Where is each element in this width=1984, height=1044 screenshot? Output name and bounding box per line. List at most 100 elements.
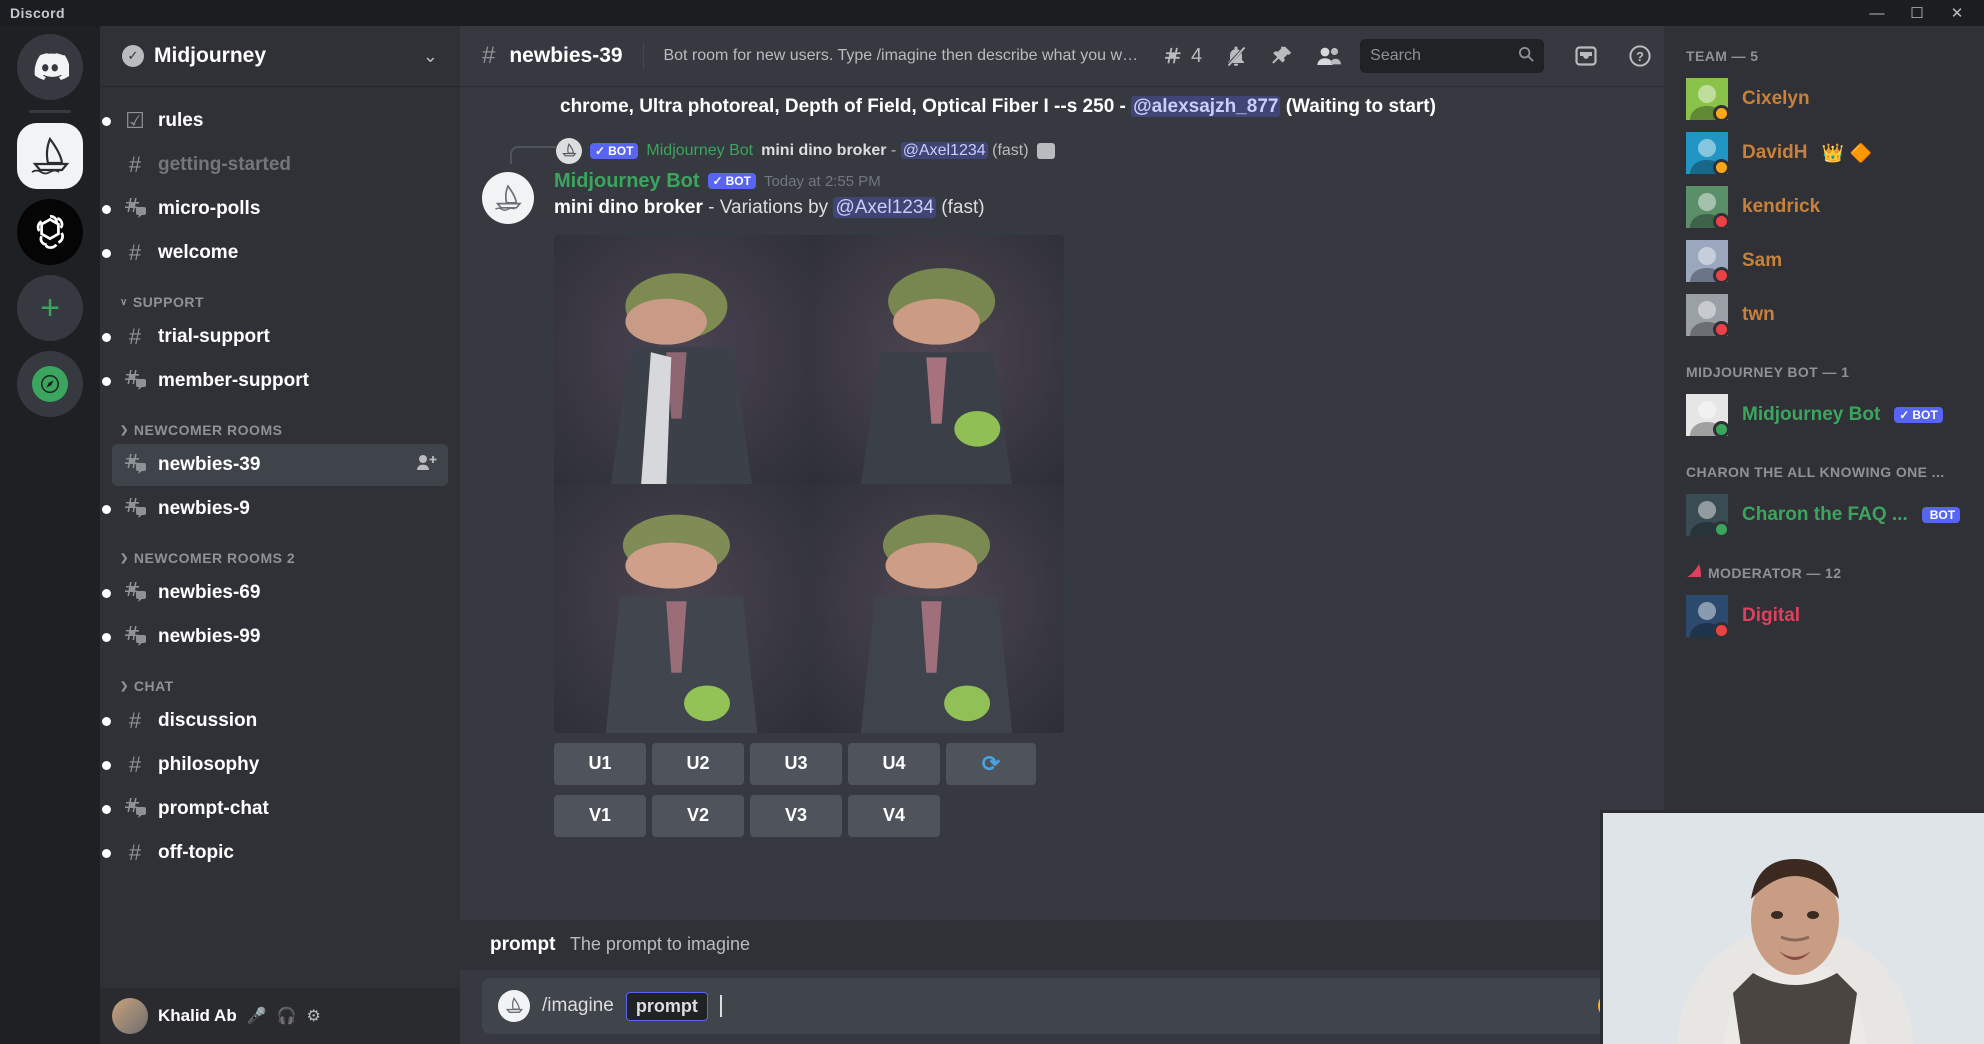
current-username: Khalid Ab — [158, 1006, 237, 1025]
variation-button-v3[interactable]: V3 — [750, 794, 842, 837]
member-row[interactable]: Sam — [1664, 234, 1984, 288]
channel-category-newcomer-rooms-2[interactable]: ❯ NEWCOMER ROOMS 2 — [100, 532, 460, 572]
member-row[interactable]: DavidH 👑 🔶 — [1664, 126, 1984, 180]
avatar[interactable] — [112, 998, 148, 1034]
sidebar-channel-micro-polls[interactable]: micro-polls — [102, 188, 448, 230]
unread-indicator — [102, 116, 111, 126]
message-speed: (fast) — [941, 196, 985, 218]
forum-channel-icon — [122, 796, 148, 822]
message-composer[interactable]: /imagine prompt 😀 — [482, 978, 1642, 1034]
sidebar-channel-newbies-9[interactable]: newbies-9 — [102, 488, 448, 530]
generated-image-2[interactable] — [809, 234, 1064, 484]
sidebar-channel-newbies-99[interactable]: newbies-99 — [102, 616, 448, 658]
variation-button-v4[interactable]: V4 — [848, 794, 940, 837]
upscale-button-u3[interactable]: U3 — [750, 742, 842, 785]
channel-label: philosophy — [158, 754, 260, 775]
sidebar-channel-trial-support[interactable]: # trial-support — [102, 316, 448, 358]
generated-image-4[interactable] — [809, 483, 1064, 733]
member-group-label: CHARON THE ALL KNOWING ONE ... — [1686, 464, 1945, 480]
guild-explore[interactable] — [17, 351, 83, 417]
prompt-token[interactable]: prompt — [625, 991, 708, 1021]
gear-icon[interactable]: ⚙ — [307, 1006, 321, 1026]
unread-indicator — [102, 760, 111, 770]
headset-icon[interactable]: 🎧 — [277, 1006, 297, 1026]
guild-discord-home[interactable] — [17, 34, 83, 100]
server-header[interactable]: ✓ Midjourney ⌄ — [100, 26, 460, 86]
hint-key: prompt — [490, 934, 556, 955]
sidebar-channel-welcome[interactable]: # welcome — [102, 232, 448, 274]
pin-icon[interactable] — [1270, 44, 1294, 68]
sidebar-channel-philosophy[interactable]: # philosophy — [102, 744, 448, 786]
message-list[interactable]: chrome, Ultra photoreal, Depth of Field,… — [460, 86, 1664, 906]
sidebar-channel-discussion[interactable]: # discussion — [102, 700, 448, 742]
member-name: kendrick — [1742, 196, 1821, 217]
avatar[interactable] — [482, 171, 534, 224]
text-caret — [719, 995, 722, 1017]
avatar — [1686, 294, 1730, 338]
help-icon[interactable]: ? — [1628, 44, 1652, 68]
sidebar-channel-getting-started[interactable]: # getting-started — [112, 144, 448, 186]
channel-header: # newbies-39 Bot room for new users. Typ… — [460, 26, 1664, 86]
inbox-icon[interactable] — [1574, 44, 1598, 68]
member-row[interactable]: Midjourney Bot ✓ BOT — [1664, 388, 1984, 442]
generated-image-1[interactable] — [554, 234, 809, 484]
reply-mention[interactable]: @Axel1234 — [900, 141, 988, 159]
variation-button-v1[interactable]: V1 — [554, 794, 646, 837]
channel-category-newcomer-rooms[interactable]: ❯ NEWCOMER ROOMS — [100, 404, 460, 444]
webcam-frame — [1603, 813, 1984, 1044]
bell-slash-icon[interactable] — [1224, 44, 1248, 68]
chat-area: # newbies-39 Bot room for new users. Typ… — [460, 26, 1664, 1044]
sidebar-channel-rules[interactable]: ☑ rules — [102, 100, 448, 142]
microphone-icon[interactable]: 🎤 — [247, 1006, 267, 1026]
message-author[interactable]: Midjourney Bot — [554, 170, 700, 193]
search-input[interactable]: Search — [1360, 39, 1544, 73]
generated-image-grid[interactable] — [554, 234, 1064, 733]
minimize-icon[interactable]: — — [1868, 6, 1886, 21]
member-row[interactable]: Digital — [1664, 589, 1984, 643]
bot-check-icon: ✓ — [595, 143, 606, 158]
reroll-button[interactable]: ⟳ — [946, 742, 1036, 785]
user-mention[interactable]: @alexsajzh_877 — [1131, 96, 1281, 117]
channel-category-support[interactable]: ∨ SUPPORT — [100, 276, 460, 316]
upscale-button-u1[interactable]: U1 — [554, 742, 646, 785]
guild-openai[interactable] — [17, 199, 83, 265]
discord-window: Discord — ☐ ✕ + ✓ Midjourney ⌄ ☑ rules #… — [0, 0, 1984, 1044]
avatar — [498, 990, 530, 1022]
channel-label: newbies-99 — [158, 626, 261, 647]
sidebar-channel-off-topic[interactable]: # off-topic — [102, 832, 448, 874]
guild-add-server[interactable]: + — [17, 275, 83, 341]
unread-indicator — [102, 716, 111, 726]
channel-category-chat[interactable]: ❯ CHAT — [100, 660, 460, 700]
member-name: Sam — [1742, 250, 1783, 271]
sidebar-channel-newbies-39[interactable]: newbies-39 — [112, 444, 448, 486]
threads-icon[interactable]: 4 — [1165, 46, 1202, 66]
guild-midjourney[interactable] — [17, 123, 83, 189]
chevron-down-icon: ∨ — [120, 296, 128, 308]
maximize-icon[interactable]: ☐ — [1908, 6, 1926, 21]
text-channel-icon: # — [128, 752, 142, 777]
upscale-button-u4[interactable]: U4 — [848, 742, 940, 785]
add-member-icon[interactable] — [416, 454, 438, 477]
forum-channel-icon — [122, 368, 148, 394]
channel-label: discussion — [158, 710, 258, 731]
sidebar-channel-member-support[interactable]: member-support — [102, 360, 448, 402]
sidebar-channel-newbies-69[interactable]: newbies-69 — [102, 572, 448, 614]
member-row[interactable]: twn — [1664, 288, 1984, 342]
members-icon[interactable] — [1316, 45, 1342, 67]
member-row[interactable]: Charon the FAQ ... BOT — [1664, 488, 1984, 542]
divider — [642, 42, 644, 70]
member-row[interactable]: Cixelyn — [1664, 72, 1984, 126]
reply-author[interactable]: Midjourney Bot — [646, 142, 753, 160]
message-text: mini dino broker - Variations by @Axel12… — [554, 193, 1644, 219]
chevron-down-icon[interactable]: ⌄ — [423, 46, 438, 67]
message-mention[interactable]: @Axel1234 — [833, 196, 936, 218]
member-group-header: CHARON THE ALL KNOWING ONE ... — [1664, 442, 1984, 488]
member-row[interactable]: kendrick — [1664, 180, 1984, 234]
upscale-button-u2[interactable]: U2 — [652, 742, 744, 785]
generated-image-3[interactable] — [554, 483, 809, 733]
sidebar-channel-prompt-chat[interactable]: prompt-chat — [102, 788, 448, 830]
close-icon[interactable]: ✕ — [1948, 6, 1966, 21]
reply-dash: - — [886, 141, 901, 159]
reply-context[interactable]: ✓ BOT Midjourney Bot mini dino broker - @… — [460, 120, 1644, 164]
variation-button-v2[interactable]: V2 — [652, 794, 744, 837]
